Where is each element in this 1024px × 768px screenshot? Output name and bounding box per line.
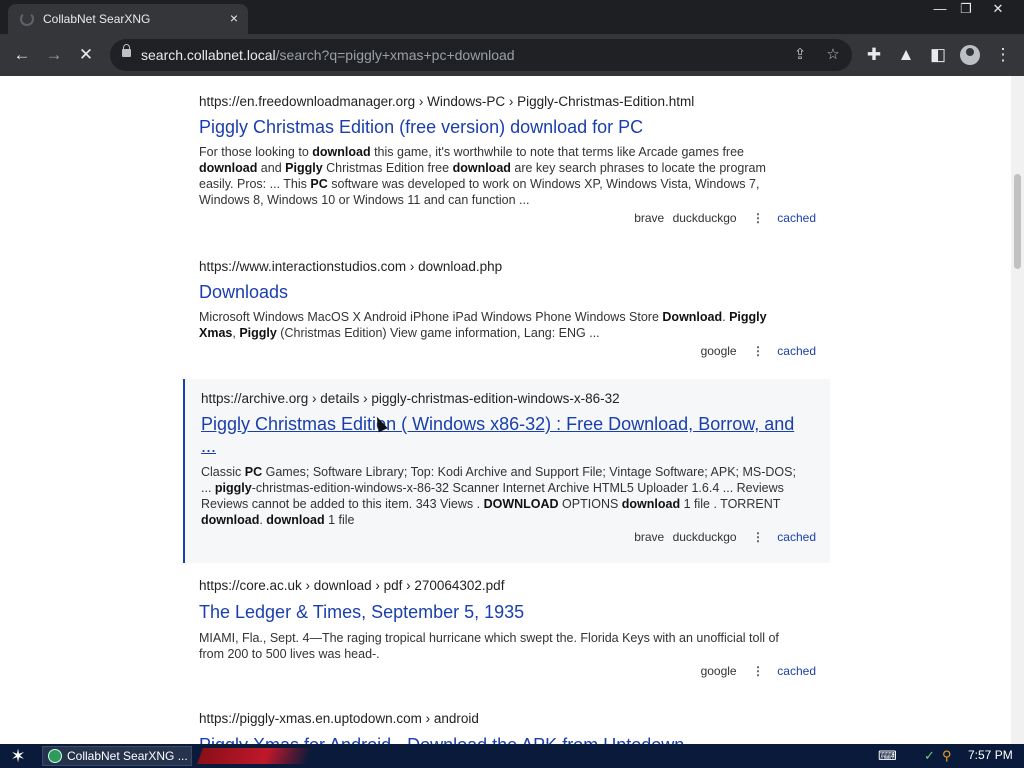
cached-link[interactable]: cached — [777, 211, 816, 225]
result-title-link[interactable]: Downloads — [199, 281, 799, 303]
share-icon[interactable]: ⇪ — [790, 45, 810, 65]
result-title-link[interactable]: Piggly Christmas Edition (free version) … — [199, 116, 799, 138]
stop-loading-button[interactable]: ✕ — [74, 43, 98, 67]
result-title-link[interactable]: Piggly Xmas for Android - Download the A… — [199, 734, 799, 744]
engine-label: duckduckgo — [672, 530, 737, 544]
result-url[interactable]: https://en.freedownloadmanager.org › Win… — [199, 94, 694, 109]
taskbar-button-label: CollabNet SearXNG ... — [67, 749, 188, 763]
result-meta: brave duckduckgo ⋮ cached — [629, 211, 816, 225]
result-title-link[interactable]: The Ledger & Times, September 5, 1935 — [199, 601, 799, 623]
result-item: https://www.interactionstudios.com › dow… — [183, 256, 830, 371]
result-snippet: Microsoft Windows MacOS X Android iPhone… — [199, 310, 767, 340]
tab-strip: CollabNet SearXNG × — ❐ ✕ — [0, 0, 1024, 34]
menu-icon[interactable]: ⋮ — [991, 43, 1015, 67]
result-url[interactable]: https://core.ac.uk › download › pdf › 27… — [199, 578, 504, 593]
loading-spinner-icon — [20, 12, 34, 26]
search-tray-icon[interactable]: ⚲ — [942, 747, 952, 765]
back-button[interactable]: ← — [10, 43, 34, 67]
browser-tab[interactable]: CollabNet SearXNG × — [8, 4, 248, 34]
tab-close-icon[interactable]: × — [230, 10, 238, 26]
engine-label: google — [700, 344, 737, 358]
taskbar-browser-button[interactable]: CollabNet SearXNG ... — [42, 746, 192, 766]
more-options-icon[interactable]: ⋮ — [752, 530, 764, 544]
keyboard-icon[interactable]: ⌨ — [878, 747, 897, 765]
more-options-icon[interactable]: ⋮ — [752, 211, 764, 225]
taskbar-decoration — [197, 748, 313, 764]
result-item: https://en.freedownloadmanager.org › Win… — [183, 90, 830, 238]
maximize-button[interactable]: ❐ — [952, 0, 980, 18]
lock-icon[interactable] — [122, 44, 131, 57]
result-meta: google ⋮ cached — [696, 664, 816, 678]
engine-label: google — [700, 664, 737, 678]
forward-button[interactable]: → — [42, 43, 66, 67]
result-meta: brave duckduckgo ⋮ cached — [629, 530, 816, 544]
browser-app-icon — [48, 749, 62, 763]
more-options-icon[interactable]: ⋮ — [752, 664, 764, 678]
result-meta: google ⋮ cached — [696, 344, 816, 358]
extensions-icon[interactable]: ✚ — [862, 43, 886, 67]
engine-label: brave — [634, 530, 665, 544]
close-window-button[interactable]: ✕ — [984, 0, 1012, 18]
result-snippet: Classic PC Games; Software Library; Top:… — [201, 465, 796, 527]
taskbar: ✶ CollabNet SearXNG ... ⌨ ✓ ⚲ 7:57 PM — [0, 744, 1024, 768]
result-title-link[interactable]: Piggly Christmas Edition ( Windows x86-3… — [201, 413, 801, 457]
browser-toolbar: ← → ✕ search.collabnet.local/search?q=pi… — [0, 34, 1024, 76]
result-snippet: For those looking to download this game,… — [199, 145, 766, 207]
result-item-selected: https://archive.org › details › piggly-c… — [183, 379, 830, 563]
engine-label: duckduckgo — [672, 211, 737, 225]
tab-title: CollabNet SearXNG — [43, 12, 151, 26]
cached-link[interactable]: cached — [777, 530, 816, 544]
result-url[interactable]: https://piggly-xmas.en.uptodown.com › an… — [199, 711, 479, 726]
sidepanel-icon[interactable]: ◧ — [926, 43, 950, 67]
result-url[interactable]: https://archive.org › details › piggly-c… — [201, 391, 620, 406]
search-results-page: https://en.freedownloadmanager.org › Win… — [0, 76, 1024, 744]
cached-link[interactable]: cached — [777, 344, 816, 358]
star-icon[interactable]: ☆ — [823, 45, 843, 65]
page-scrollbar[interactable] — [1011, 76, 1024, 744]
network-icon[interactable]: ✓ — [924, 747, 935, 765]
profile-icon[interactable] — [960, 45, 980, 65]
result-url[interactable]: https://www.interactionstudios.com › dow… — [199, 259, 502, 274]
minimize-button[interactable]: — — [926, 0, 954, 18]
result-item: https://core.ac.uk › download › pdf › 27… — [183, 576, 830, 691]
url-text[interactable]: search.collabnet.local/search?q=piggly+x… — [141, 47, 515, 63]
lab-icon[interactable]: ▲ — [894, 43, 918, 67]
start-menu-icon[interactable]: ✶ — [4, 746, 32, 766]
address-bar[interactable]: search.collabnet.local/search?q=piggly+x… — [110, 39, 852, 71]
engine-label: brave — [634, 211, 665, 225]
clock: 7:57 PM — [968, 748, 1013, 762]
scrollbar-thumb[interactable] — [1014, 174, 1021, 269]
more-options-icon[interactable]: ⋮ — [752, 344, 764, 358]
result-item: https://piggly-xmas.en.uptodown.com › an… — [183, 709, 830, 744]
result-snippet: MIAMI, Fla., Sept. 4—The raging tropical… — [199, 631, 779, 661]
cached-link[interactable]: cached — [777, 664, 816, 678]
